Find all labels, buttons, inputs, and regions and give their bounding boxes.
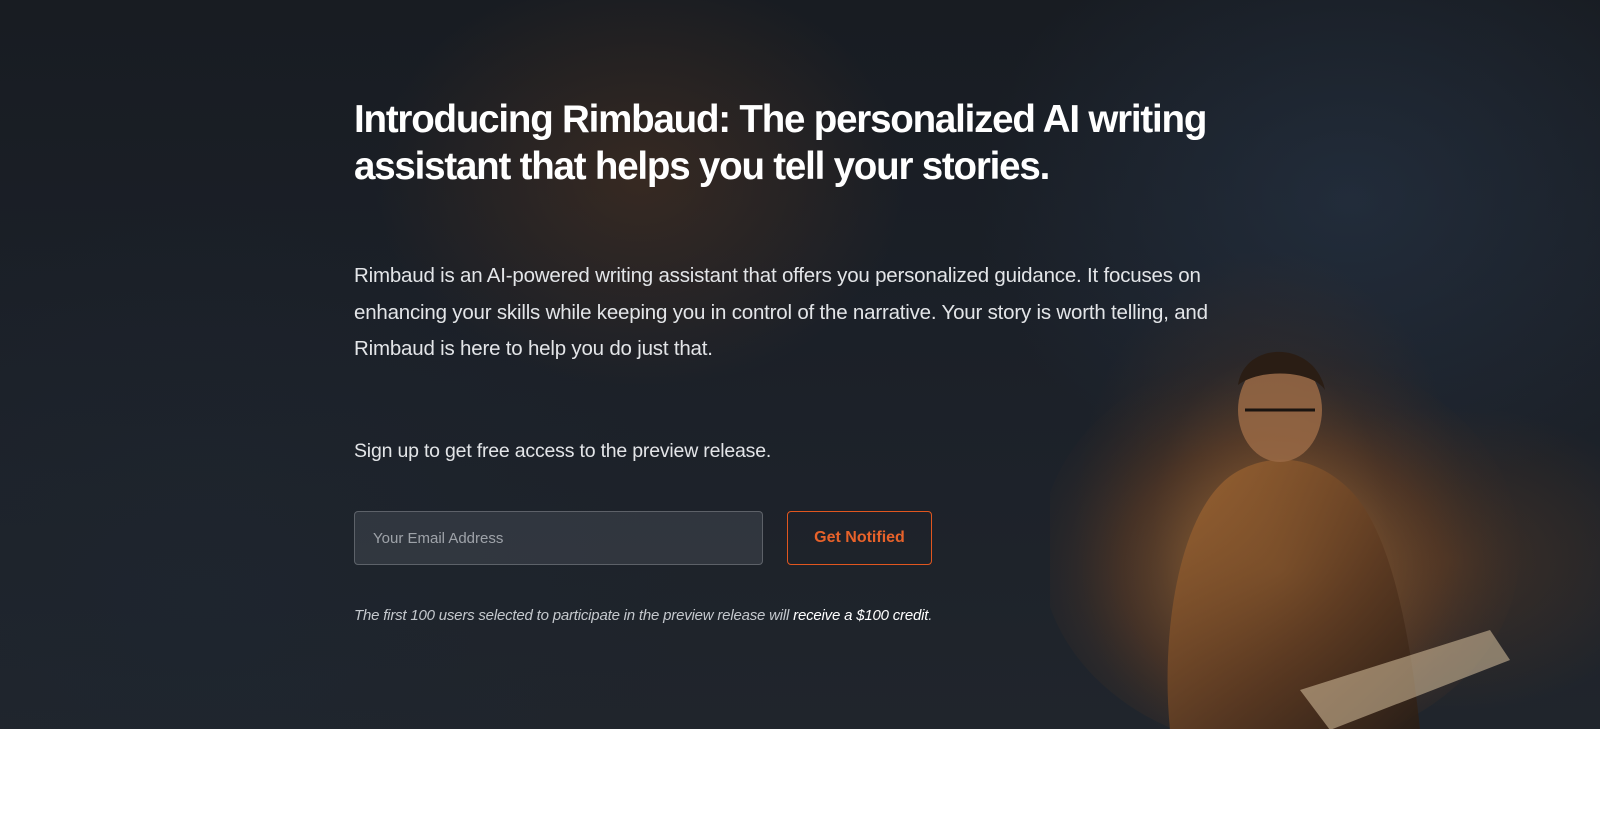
page-below-hero — [0, 729, 1600, 834]
email-input[interactable] — [354, 511, 763, 565]
credit-note: The first 100 users selected to particip… — [354, 603, 932, 629]
signup-form: Get Notified — [354, 511, 932, 565]
hero-content: Introducing Rimbaud: The personalized AI… — [354, 96, 1234, 466]
credit-note-text: The first 100 users selected to particip… — [354, 607, 790, 624]
get-notified-button[interactable]: Get Notified — [787, 511, 932, 565]
product-description: Rimbaud is an AI-powered writing assista… — [354, 264, 1208, 360]
page-headline: Introducing Rimbaud: The personalized AI… — [354, 98, 1207, 188]
hero-section: Introducing Rimbaud: The personalized AI… — [0, 0, 1600, 729]
signup-prompt: Sign up to get free access to the previe… — [354, 439, 772, 462]
credit-note-suffix: . — [928, 607, 933, 624]
credit-highlight: receive a $100 credit — [793, 607, 929, 624]
